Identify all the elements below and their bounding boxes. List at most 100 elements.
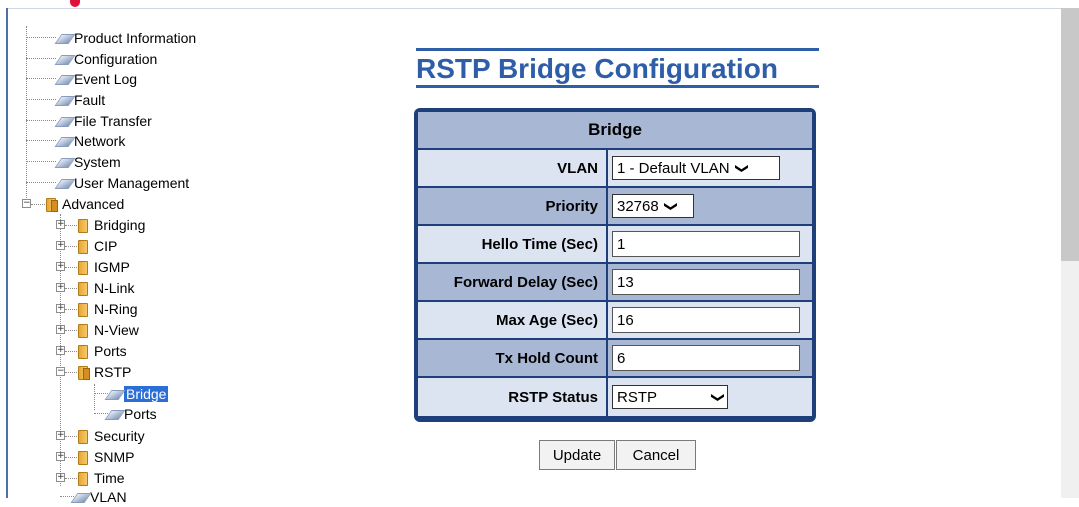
tree-item-n-ring[interactable]: N-Ring <box>76 298 138 319</box>
tree-item-fault[interactable]: Fault <box>56 89 105 110</box>
tree-item-time[interactable]: Time <box>76 467 125 488</box>
folder-icon <box>76 429 90 444</box>
page-icon <box>72 490 88 504</box>
update-button[interactable]: Update <box>539 440 615 470</box>
page-icon <box>56 134 72 148</box>
page-icon <box>106 407 122 421</box>
tx-hold-count-label: Tx Hold Count <box>418 340 606 376</box>
folder-icon <box>76 344 90 359</box>
tree-item-label: Time <box>94 469 125 486</box>
rstp-status-select[interactable]: RSTP ❯ <box>612 385 728 409</box>
tree-item-label-selected: Bridge <box>124 385 169 402</box>
folder-icon <box>76 218 90 233</box>
tree-item-label: N-Ring <box>94 300 138 317</box>
open-folder-icon <box>44 197 58 212</box>
expand-toggle[interactable]: + <box>56 325 65 334</box>
tree-connector <box>26 26 27 208</box>
chevron-down-icon: ❯ <box>733 162 749 174</box>
tree-item-label: N-Link <box>94 279 135 296</box>
folder-icon <box>76 239 90 254</box>
expand-toggle[interactable]: + <box>56 262 65 271</box>
tree-item-vlan[interactable]: VLAN <box>72 486 127 507</box>
folder-icon <box>76 450 90 465</box>
expand-toggle[interactable]: + <box>56 220 65 229</box>
priority-select-value: 32768 <box>617 197 659 215</box>
chevron-down-icon: ❯ <box>710 391 726 403</box>
page-icon <box>56 114 72 128</box>
tree-item-label: Fault <box>74 91 106 108</box>
expand-toggle[interactable]: + <box>56 283 65 292</box>
priority-select[interactable]: 32768 ❯ <box>612 194 694 218</box>
collapse-toggle[interactable]: − <box>56 367 65 376</box>
brand-mark <box>70 0 80 7</box>
tree-item-rstp-ports[interactable]: Ports <box>106 403 157 424</box>
tree-item-label: N-View <box>94 321 139 338</box>
rstp-status-select-value: RSTP <box>617 388 658 406</box>
tx-hold-count-input[interactable] <box>612 345 800 371</box>
hello-time-label: Hello Time (Sec) <box>418 226 606 262</box>
tree-item-configuration[interactable]: Configuration <box>56 48 157 69</box>
chevron-down-icon: ❯ <box>662 200 678 212</box>
expand-toggle[interactable]: + <box>56 304 65 313</box>
tree-item-file-transfer[interactable]: File Transfer <box>56 110 152 131</box>
tree-item-label: Event Log <box>74 70 138 87</box>
page-icon <box>56 176 72 190</box>
tree-item-bridging[interactable]: Bridging <box>76 214 145 235</box>
expand-toggle[interactable]: + <box>56 431 65 440</box>
tree-item-label: Bridging <box>94 216 146 233</box>
collapse-toggle[interactable]: − <box>22 199 31 208</box>
vlan-select-value: 1 - Default VLAN <box>617 159 730 177</box>
page-icon <box>56 155 72 169</box>
tree-item-label: CIP <box>94 237 118 254</box>
tree-item-advanced[interactable]: Advanced <box>44 193 124 214</box>
tree-item-label: Ports <box>124 405 157 422</box>
scrollbar-thumb[interactable] <box>1061 8 1079 261</box>
forward-delay-input[interactable] <box>612 269 800 295</box>
page-icon <box>56 93 72 107</box>
tree-item-user-management[interactable]: User Management <box>56 172 189 193</box>
tree-item-rstp-bridge[interactable]: Bridge <box>106 383 169 404</box>
tree-item-label: RSTP <box>94 363 132 380</box>
hello-time-input[interactable] <box>612 231 800 257</box>
tree-item-label: SNMP <box>94 448 135 465</box>
open-folder-icon <box>76 365 90 380</box>
page-icon <box>56 31 72 45</box>
expand-toggle[interactable]: + <box>56 452 65 461</box>
tree-item-network[interactable]: Network <box>56 130 125 151</box>
tree-item-snmp[interactable]: SNMP <box>76 446 134 467</box>
folder-icon <box>76 260 90 275</box>
tree-item-ports[interactable]: Ports <box>76 340 127 361</box>
tree-item-rstp[interactable]: RSTP <box>76 361 131 382</box>
folder-icon <box>76 471 90 486</box>
max-age-input[interactable] <box>612 307 800 333</box>
folder-icon <box>76 281 90 296</box>
tree-item-security[interactable]: Security <box>76 425 145 446</box>
folder-icon <box>76 302 90 317</box>
cancel-button[interactable]: Cancel <box>616 440 696 470</box>
rstp-status-label: RSTP Status <box>418 378 606 416</box>
tree-item-label: Product Information <box>74 29 197 46</box>
tree-item-product-information[interactable]: Product Information <box>56 27 196 48</box>
tree-item-n-link[interactable]: N-Link <box>76 277 134 298</box>
vlan-label: VLAN <box>418 150 606 186</box>
tree-item-label: Network <box>74 132 126 149</box>
expand-toggle[interactable]: + <box>56 346 65 355</box>
tree-item-system[interactable]: System <box>56 151 121 172</box>
tree-item-n-view[interactable]: N-View <box>76 319 139 340</box>
tree-item-label: System <box>74 153 121 170</box>
expand-toggle[interactable]: + <box>56 473 65 482</box>
page-icon <box>106 387 122 401</box>
expand-toggle[interactable]: + <box>56 241 65 250</box>
folder-icon <box>76 323 90 338</box>
tree-item-event-log[interactable]: Event Log <box>56 68 137 89</box>
max-age-label: Max Age (Sec) <box>418 302 606 338</box>
forward-delay-label: Forward Delay (Sec) <box>418 264 606 300</box>
vlan-select[interactable]: 1 - Default VLAN ❯ <box>612 156 780 180</box>
tree-item-cip[interactable]: CIP <box>76 235 117 256</box>
tree-item-igmp[interactable]: IGMP <box>76 256 130 277</box>
tree-item-label: Configuration <box>74 50 158 67</box>
tree-item-label: IGMP <box>94 258 130 275</box>
tree-item-label: Security <box>94 427 145 444</box>
tree-item-label: VLAN <box>90 488 127 505</box>
tree-item-label: Ports <box>94 342 127 359</box>
